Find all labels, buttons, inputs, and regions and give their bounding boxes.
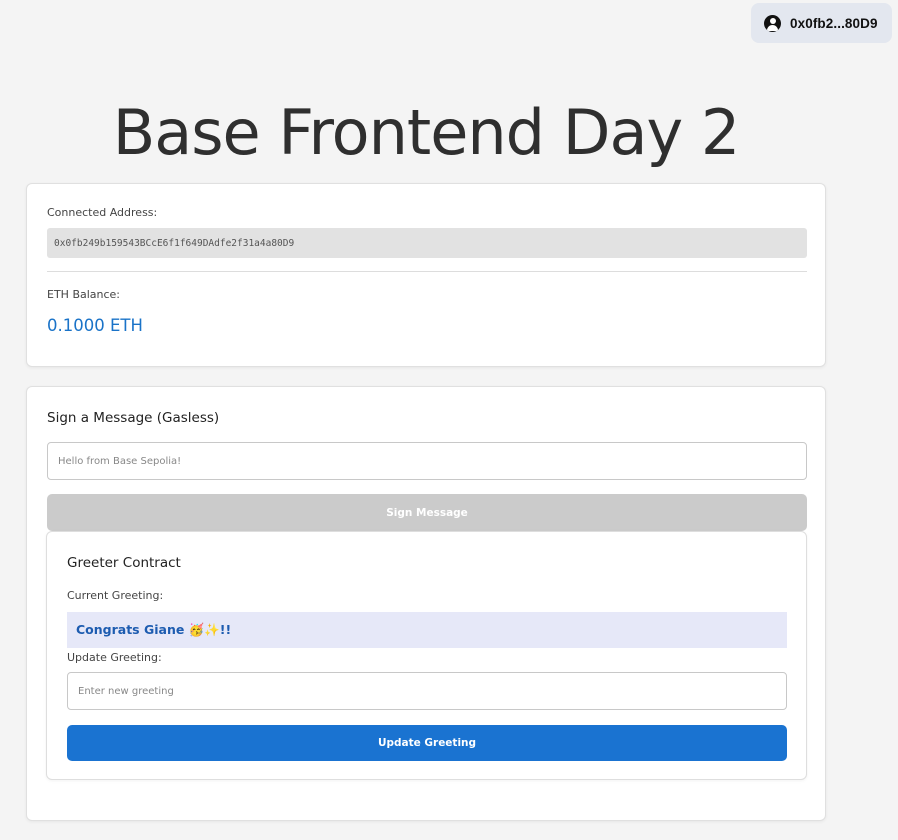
greeter-heading: Greeter Contract: [67, 555, 181, 571]
divider: [47, 271, 807, 272]
greeter-contract-panel: Greeter Contract Current Greeting: Congr…: [46, 531, 807, 780]
eth-balance-value: 0.1000 ETH: [47, 316, 143, 335]
account-button[interactable]: 0x0fb2...80D9: [751, 3, 892, 43]
account-card: Connected Address: 0x0fb249b159543BCcE6f…: [26, 183, 826, 367]
sign-message-heading: Sign a Message (Gasless): [47, 410, 220, 426]
new-greeting-input[interactable]: [67, 672, 787, 710]
connected-address-value: 0x0fb249b159543BCcE6f1f649DAdfe2f31a4a80…: [47, 228, 807, 258]
update-greeting-label: Update Greeting:: [67, 651, 162, 664]
eth-balance-label: ETH Balance:: [47, 288, 121, 301]
sign-message-input[interactable]: [47, 442, 807, 480]
page-title: Base Frontend Day 2: [112, 96, 741, 169]
update-greeting-button[interactable]: Update Greeting: [67, 725, 787, 761]
sign-message-card: Sign a Message (Gasless) Sign Message Gr…: [26, 386, 826, 821]
current-greeting-label: Current Greeting:: [67, 589, 164, 602]
account-address-short: 0x0fb2...80D9: [790, 15, 878, 31]
current-greeting-value: Congrats Giane 🥳✨!!: [67, 612, 787, 648]
user-avatar-icon: [764, 14, 781, 32]
sign-message-button[interactable]: Sign Message: [47, 494, 807, 531]
connected-address-label: Connected Address:: [47, 206, 158, 219]
